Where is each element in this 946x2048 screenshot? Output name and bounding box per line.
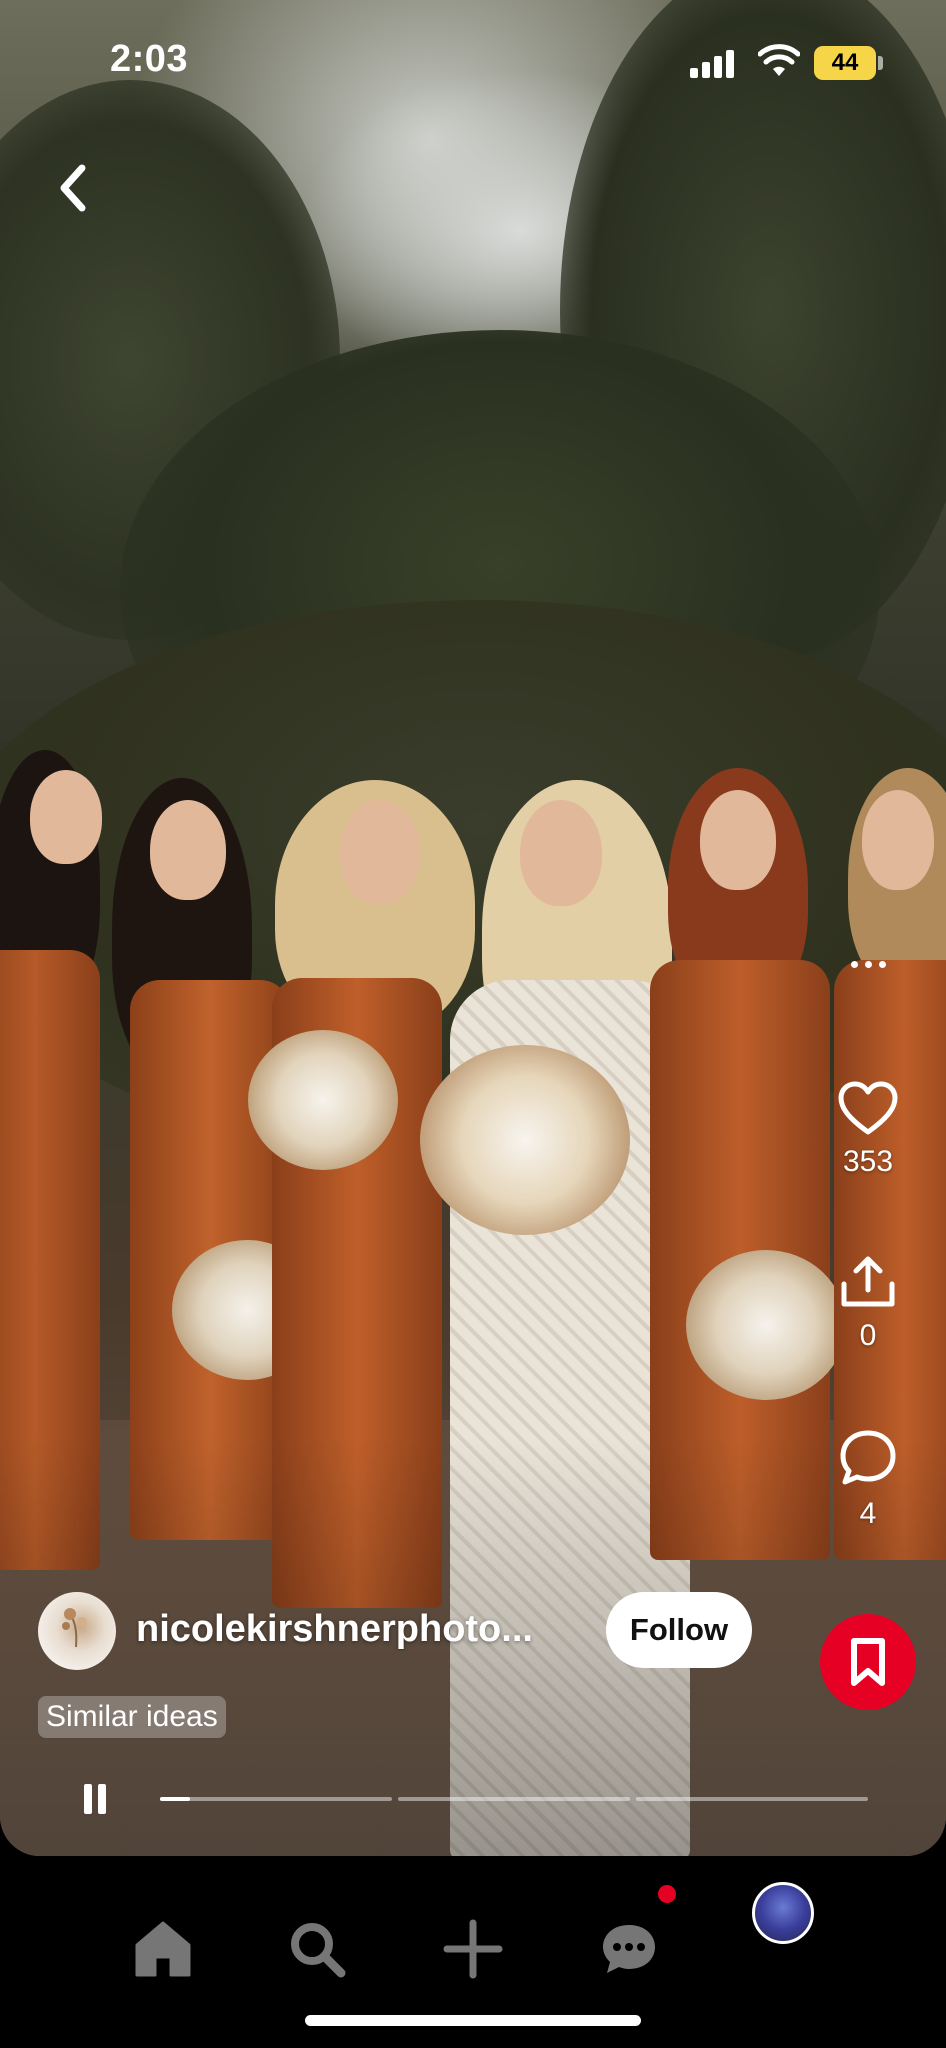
- tab-create[interactable]: [438, 1914, 508, 1984]
- like-count: 353: [842, 1145, 894, 1178]
- home-icon: [135, 1921, 191, 1977]
- face: [340, 800, 420, 904]
- similar-ideas-button[interactable]: Similar ideas: [38, 1696, 226, 1738]
- battery-indicator: 44: [814, 46, 876, 80]
- profile-avatar[interactable]: [752, 1882, 814, 1944]
- home-indicator: [305, 2015, 641, 2026]
- face: [520, 800, 602, 906]
- more-dots-icon[interactable]: [840, 944, 896, 984]
- notification-dot: [658, 1885, 676, 1903]
- comment-count: 4: [859, 1497, 877, 1530]
- search-icon: [291, 1923, 346, 1978]
- bouquet: [248, 1030, 398, 1170]
- cellular-signal-icon: [690, 48, 740, 78]
- creator-avatar[interactable]: [38, 1592, 116, 1670]
- face: [700, 790, 776, 890]
- messages-icon: [603, 1925, 655, 1973]
- status-time: 2:03: [110, 38, 189, 80]
- status-bar: 2:03 44: [0, 0, 946, 120]
- progress-fill: [160, 1797, 191, 1801]
- chevron-left-icon[interactable]: [48, 158, 98, 218]
- tab-search[interactable]: [282, 1914, 352, 1984]
- plus-icon: [443, 1919, 503, 1979]
- creator-name[interactable]: nicolekirshnerphoto...: [136, 1608, 586, 1651]
- face: [862, 790, 934, 890]
- follow-button[interactable]: Follow: [606, 1592, 752, 1668]
- share-count: 0: [859, 1319, 877, 1352]
- bouquet: [686, 1250, 846, 1400]
- wifi-icon: [758, 44, 800, 76]
- bookmark-icon: [851, 1638, 885, 1686]
- tab-messages[interactable]: [594, 1914, 664, 1984]
- pause-icon[interactable]: [84, 1784, 110, 1814]
- comment-icon: [840, 1430, 896, 1485]
- share-icon: [841, 1256, 895, 1307]
- face: [150, 800, 226, 900]
- pin-closeup-screen: 2:03 44 353 0 4 nicolekirshnerphoto... F…: [0, 0, 946, 2048]
- share-button[interactable]: 0: [826, 1254, 910, 1353]
- progress-segment[interactable]: [636, 1797, 868, 1801]
- like-button[interactable]: 353: [826, 1080, 910, 1179]
- floral-avatar-icon: [62, 1608, 87, 1648]
- heart-icon: [838, 1081, 898, 1135]
- face: [30, 770, 102, 864]
- pin-image[interactable]: [0, 0, 946, 1856]
- save-button[interactable]: [820, 1614, 916, 1710]
- comment-button[interactable]: 4: [826, 1428, 910, 1531]
- progress-segment[interactable]: [398, 1797, 630, 1801]
- battery-nub: [878, 56, 883, 70]
- tab-home[interactable]: [128, 1914, 198, 1984]
- progress-segment[interactable]: [160, 1797, 392, 1801]
- bouquet: [420, 1045, 630, 1235]
